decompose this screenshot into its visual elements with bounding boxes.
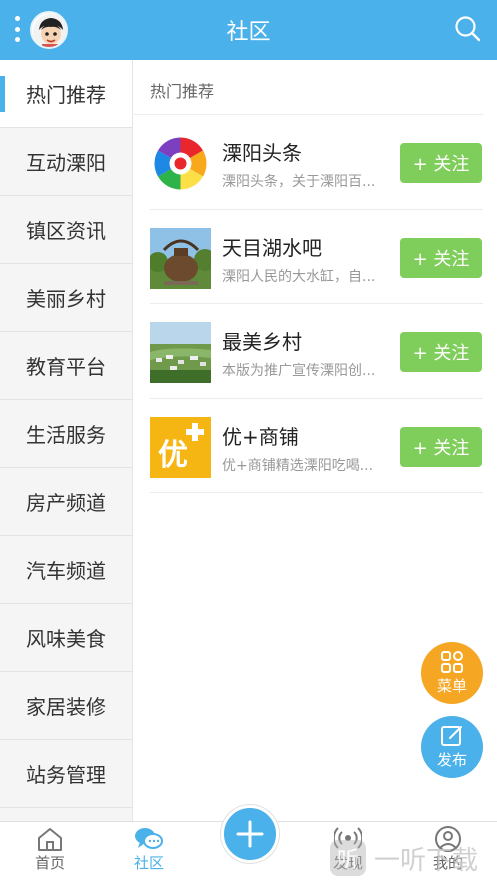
follow-button[interactable]: + 关注 xyxy=(400,332,482,372)
search-icon[interactable] xyxy=(453,14,483,44)
nav-home-label: 首页 xyxy=(34,854,65,872)
forum-description: 本版为推广宣传溧阳创... xyxy=(222,363,376,379)
menu-fab-button[interactable]: 菜单 xyxy=(421,642,483,704)
sidebar-item-hot[interactable]: 热门推荐 xyxy=(0,60,132,128)
village-photo-icon xyxy=(150,322,211,383)
menu-fab-label: 菜单 xyxy=(436,676,467,695)
chat-bubbles-icon xyxy=(135,828,163,849)
forum-title: 溧阳头条 xyxy=(222,141,302,165)
sidebar-item-label: 教育平台 xyxy=(26,355,106,379)
sidebar-item-label: 风味美食 xyxy=(26,627,106,651)
home-icon xyxy=(38,828,62,851)
forum-title: 优+商铺 xyxy=(222,424,299,449)
sidebar-item-label: 房产频道 xyxy=(26,491,106,515)
sidebar-item-label: 镇区资讯 xyxy=(26,219,106,243)
post-fab-button[interactable]: 发布 xyxy=(421,716,483,778)
list-item[interactable]: 最美乡村 本版为推广宣传溧阳创... + 关注 xyxy=(150,304,483,399)
sidebar-item-interactive[interactable]: 互动溧阳 xyxy=(0,128,132,196)
section-title: 热门推荐 xyxy=(134,60,483,115)
list-item[interactable]: 天目湖水吧 溧阳人民的大水缸，自... + 关注 xyxy=(150,210,483,304)
post-fab-label: 发布 xyxy=(436,750,467,769)
sidebar-item-life[interactable]: 生活服务 xyxy=(0,400,132,468)
list-item[interactable]: 溧阳头条 溧阳头条，关于溧阳百... + 关注 xyxy=(150,115,483,210)
sidebar-item-education[interactable]: 教育平台 xyxy=(0,332,132,400)
sidebar-item-label: 生活服务 xyxy=(26,423,106,447)
sidebar-item-village[interactable]: 美丽乡村 xyxy=(0,264,132,332)
nav-community[interactable]: 社区 xyxy=(119,826,179,873)
sidebar-item-label: 热门推荐 xyxy=(26,83,106,107)
sidebar-item-label: 美丽乡村 xyxy=(26,287,106,311)
watermark-logo: 听 xyxy=(330,840,366,876)
list-item[interactable]: 优 优+商铺 优+商铺精选溧阳吃喝... + 关注 xyxy=(150,399,483,493)
sidebar-item-home-decor[interactable]: 家居装修 xyxy=(0,672,132,740)
forum-description: 溧阳头条，关于溧阳百... xyxy=(222,174,376,190)
edit-icon xyxy=(441,725,462,746)
you-logo-text: 优 xyxy=(158,438,188,473)
sidebar-item-auto[interactable]: 汽车频道 xyxy=(0,536,132,604)
top-bar: 社区 xyxy=(0,0,497,60)
sidebar-item-label: 互动溧阳 xyxy=(26,151,106,175)
page-title: 社区 xyxy=(226,20,271,45)
watermark-text: 一听下载 xyxy=(374,845,479,876)
sidebar-item-label: 站务管理 xyxy=(26,763,106,787)
grid-icon xyxy=(441,650,463,673)
you-plus-logo-icon: 优 xyxy=(150,416,211,478)
forum-title: 天目湖水吧 xyxy=(222,235,322,260)
follow-button[interactable]: + 关注 xyxy=(400,143,482,183)
sidebar-item-label: 汽车频道 xyxy=(26,559,106,583)
teapot-photo-icon xyxy=(150,227,211,289)
forum-description: 优+商铺精选溧阳吃喝... xyxy=(222,457,374,474)
watermark: 听 一听下载 xyxy=(330,836,497,880)
follow-button[interactable]: + 关注 xyxy=(400,237,482,278)
nav-community-label: 社区 xyxy=(133,854,164,872)
sidebar-item-town-news[interactable]: 镇区资讯 xyxy=(0,196,132,264)
follow-button[interactable]: + 关注 xyxy=(400,426,482,467)
sidebar-item-realestate[interactable]: 房产频道 xyxy=(0,468,132,536)
category-sidebar: 热门推荐 互动溧阳 镇区资讯 美丽乡村 教育平台 生活服务 房产频道 汽车频道 … xyxy=(0,60,133,821)
nav-home[interactable]: 首页 xyxy=(20,826,80,873)
forum-title: 最美乡村 xyxy=(222,330,302,354)
forum-description: 溧阳人民的大水缸，自... xyxy=(222,268,376,285)
sidebar-item-label: 家居装修 xyxy=(26,695,106,719)
pinwheel-logo-icon xyxy=(150,133,211,194)
add-button[interactable] xyxy=(221,805,279,863)
sidebar-item-food[interactable]: 风味美食 xyxy=(0,604,132,672)
sidebar-item-admin[interactable]: 站务管理 xyxy=(0,740,132,808)
plus-icon xyxy=(236,820,264,848)
forum-list: 热门推荐 溧阳头条 溧阳头条，关于溧阳百... + 关注 天目湖水吧 溧阳人民的… xyxy=(134,60,497,493)
